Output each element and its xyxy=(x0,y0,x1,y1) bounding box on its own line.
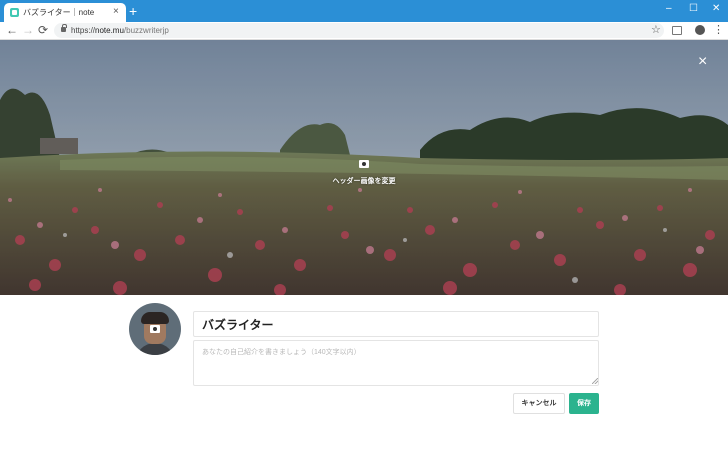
note-favicon-icon xyxy=(10,8,19,17)
change-header-label: ヘッダー画像を変更 xyxy=(332,178,396,185)
avatar-hair xyxy=(141,312,169,324)
url-text: https://note.mu/buzzwriterjp xyxy=(71,25,169,36)
bio-field[interactable] xyxy=(193,340,599,386)
avatar[interactable] xyxy=(129,303,181,355)
url-host: note.mu xyxy=(95,26,124,35)
url-scheme: https:// xyxy=(71,26,96,35)
change-header-button[interactable]: ヘッダー画像を変更 xyxy=(320,155,408,187)
back-button[interactable]: ← xyxy=(6,23,18,38)
lock-icon xyxy=(61,24,67,32)
header-image[interactable]: × ヘッダー画像を変更 xyxy=(0,40,728,295)
name-field[interactable] xyxy=(193,311,599,337)
star-icon[interactable]: ☆ xyxy=(651,23,661,38)
tab-title: バズライター｜note xyxy=(23,8,95,17)
avatar-camera-icon xyxy=(150,325,160,333)
save-button[interactable]: 保存 xyxy=(569,393,599,414)
forward-button[interactable]: → xyxy=(22,23,34,38)
cancel-button[interactable]: キャンセル xyxy=(513,393,565,414)
browser-tab[interactable]: バズライター｜note × xyxy=(4,3,126,22)
profile-icon[interactable] xyxy=(695,25,705,35)
browser-toolbar: ← → ⟳ https://note.mu/buzzwriterjp xyxy=(0,22,728,40)
menu-icon[interactable]: ⋮ xyxy=(713,23,724,38)
resize-grip-icon[interactable] xyxy=(592,378,598,384)
close-icon[interactable]: × xyxy=(698,53,707,71)
avatar-body xyxy=(135,343,175,355)
extension-icon[interactable] xyxy=(672,26,682,35)
browser-titlebar: バズライター｜note × + – ☐ ✕ xyxy=(0,0,728,22)
new-tab-button[interactable]: + xyxy=(129,3,137,19)
tab-close-icon[interactable]: × xyxy=(113,5,119,19)
maximize-button[interactable]: ☐ xyxy=(689,2,698,16)
url-path: /buzzwriterjp xyxy=(123,26,169,35)
camera-icon xyxy=(359,160,369,168)
window-close-button[interactable]: ✕ xyxy=(712,2,720,16)
reload-button[interactable]: ⟳ xyxy=(38,23,48,38)
minimize-button[interactable]: – xyxy=(666,2,672,16)
address-bar[interactable]: https://note.mu/buzzwriterjp xyxy=(54,23,664,38)
